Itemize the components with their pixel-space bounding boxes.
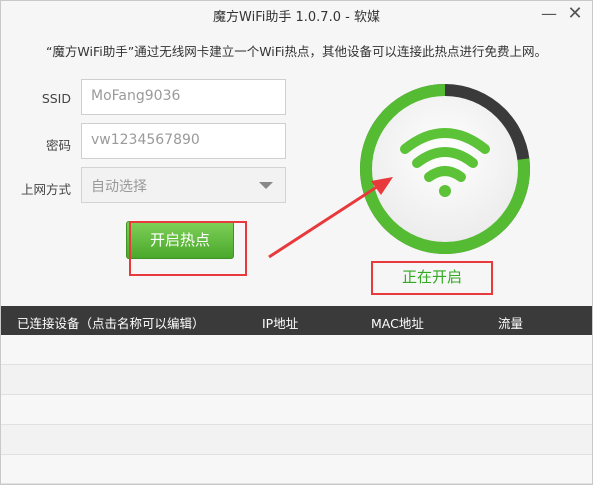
ssid-input[interactable]: MoFang9036 — [81, 79, 286, 115]
window-title: 魔方WiFi助手 1.0.7.0 - 软媒 — [213, 10, 380, 25]
mode-select[interactable]: 自动选择 — [81, 167, 286, 203]
minimize-button[interactable]: — — [537, 1, 561, 25]
chevron-down-icon — [259, 182, 273, 189]
password-label: 密码 — [45, 138, 71, 153]
mode-select-value: 自动选择 — [91, 179, 147, 195]
col-mac[interactable]: MAC地址 — [371, 313, 424, 332]
device-table-header: 已连接设备（点击名称可以编辑） IP地址 MAC地址 流量 — [1, 306, 592, 335]
annotation-box-button — [129, 221, 247, 276]
table-row — [1, 395, 592, 425]
wifi-status-dial — [359, 84, 530, 255]
col-traffic[interactable]: 流量 — [498, 313, 523, 332]
intro-text: “魔方WiFi助手”通过无线网卡建立一个WiFi热点，其他设备可以连接此热点进行… — [45, 44, 548, 59]
mode-label: 上网方式 — [20, 182, 71, 197]
close-button[interactable]: ✕ — [563, 1, 587, 25]
title-bar[interactable]: 魔方WiFi助手 1.0.7.0 - 软媒 — ✕ — [1, 1, 592, 27]
col-device[interactable]: 已连接设备（点击名称可以编辑） — [17, 313, 205, 332]
col-ip[interactable]: IP地址 — [262, 313, 298, 332]
table-row — [1, 425, 592, 455]
password-input[interactable]: vw1234567890 — [81, 123, 286, 159]
ssid-label: SSID — [41, 91, 71, 106]
app-window: 魔方WiFi助手 1.0.7.0 - 软媒 — ✕ “魔方WiFi助手”通过无线… — [0, 0, 593, 485]
table-row — [1, 365, 592, 395]
table-row — [1, 335, 592, 365]
annotation-box-status — [371, 261, 493, 295]
table-row — [1, 455, 592, 484]
